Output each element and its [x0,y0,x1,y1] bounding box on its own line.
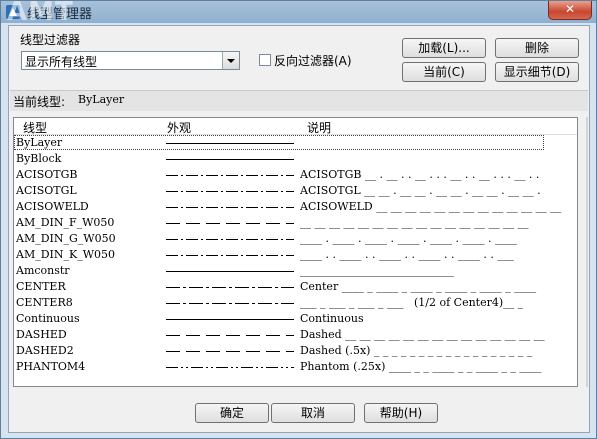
table-row[interactable]: ACISOTGL ACISOTGL __ __ . __ __ . __ __ .… [14,183,577,199]
show-details-button[interactable]: 显示细节(D) [495,62,579,82]
linetype-appearance-preview [166,191,294,192]
linetype-description: __ __ __ __ __ __ __ __ __ __ __ __ __ _… [300,216,529,229]
chevron-down-icon[interactable] [222,52,239,69]
table-row[interactable]: Amconstr ____________________________ [14,263,577,279]
filter-selected-value: 显示所有线型 [25,55,98,69]
linetype-appearance-preview [166,239,294,240]
linetype-description: Continuous [300,312,364,325]
current-linetype-label: 当前线型: [13,95,66,109]
table-row[interactable]: DASHED2 Dashed (.5x) _ _ _ _ _ _ _ _ _ _ … [14,343,577,359]
linetype-appearance-preview [166,367,294,368]
linetype-appearance-preview [166,271,294,272]
delete-button[interactable]: 删除 [495,38,579,58]
linetype-description: ____ . . ____ . . ____ . . ____ . . ____… [300,248,514,261]
watermark: AMT [7,0,74,27]
linetype-name: DASHED2 [16,344,74,357]
linetype-name: Continuous [16,312,80,325]
linetype-appearance-preview [166,303,294,304]
linetype-appearance-preview [166,223,294,224]
table-row[interactable]: CENTER8 ___ _ ___ _ ___ _ ___ (1/2 of Cen… [14,295,577,311]
table-row[interactable]: Continuous Continuous [14,311,577,327]
linetype-name: AM_DIN_K_W050 [16,248,116,261]
table-row[interactable]: ACISOWELD ACISOWELD __ __ __ __ __ __ __ … [14,199,577,215]
filter-dropdown[interactable]: 显示所有线型 [21,51,240,70]
linetype-name: CENTER [16,280,66,293]
linetype-name: AM_DIN_G_W050 [16,232,116,245]
linetype-description: ACISOWELD __ __ __ __ __ __ __ __ __ __ … [300,200,562,213]
linetype-appearance-preview [166,287,294,288]
linetype-description: ACISOTGL __ __ . __ __ . __ __ . __ __ .… [300,184,541,197]
close-button[interactable]: ✕ [548,1,592,20]
table-row[interactable]: PHANTOM4 Phantom (.25x) ____ _ _ ____ _ _… [14,359,577,375]
table-row[interactable]: AM_DIN_K_W050 ____ . . ____ . . ____ . . … [14,247,577,263]
linetype-name: DASHED [16,328,67,341]
load-button[interactable]: 加载(L)... [402,38,486,58]
help-button[interactable]: 帮助(H) [364,403,438,423]
linetype-appearance-preview [166,255,294,256]
linetype-name: ByBlock [16,152,62,165]
column-header-description[interactable]: 说明 [307,119,331,136]
column-header-linetype[interactable]: 线型 [23,119,47,136]
close-icon: ✕ [564,2,576,16]
linetype-table[interactable]: 线型 外观 说明 ByLayer ByBlock ACISOTGB ACISOTGB … [13,117,578,387]
linetype-name: PHANTOM4 [16,360,86,373]
linetype-description: Center ____ _ ____ _ ____ _ ____ _ ____ … [300,280,537,293]
linetype-description: ___ _ ___ _ ___ _ ___ (1/2 of Center4)__… [300,296,524,309]
linetype-appearance-preview [166,175,294,176]
linetype-name: Amconstr [16,264,70,277]
column-header-appearance[interactable]: 外观 [167,119,191,136]
table-row[interactable]: ByLayer [14,135,577,151]
invert-filter-label[interactable]: 反向过滤器(A) [274,52,352,69]
table-row[interactable]: ByBlock [14,151,577,167]
current-linetype-value: ByLayer [78,93,125,106]
linetype-name: ByLayer [16,136,63,149]
ok-button[interactable]: 确定 [195,403,269,423]
linetype-appearance-preview [166,143,294,144]
invert-filter-checkbox[interactable] [259,54,271,66]
linetype-appearance-preview [166,351,294,352]
linetype-description: ACISOTGB __ . __ . . __ . . . __ . . __ … [300,168,540,181]
linetype-name: ACISOTGB [16,168,78,181]
linetype-description: ____________________________ [300,264,454,277]
linetype-name: CENTER8 [16,296,73,309]
linetype-name: ACISOTGL [16,184,77,197]
linetype-appearance-preview [166,319,294,320]
current-linetype-bar: 当前线型: ByLayer [10,90,588,111]
linetype-description: Dashed (.5x) _ _ _ _ _ _ _ _ _ _ _ _ _ _… [300,344,533,357]
filter-label: 线型过滤器 [20,33,81,47]
table-row[interactable]: DASHED Dashed __ __ __ __ __ __ __ __ __ … [14,327,577,343]
linetype-name: ACISOWELD [16,200,89,213]
table-scrollbar-edge [586,117,588,387]
table-row[interactable]: CENTER Center ____ _ ____ _ ____ _ ____ _… [14,279,577,295]
cancel-button[interactable]: 取消 [271,403,355,423]
linetype-appearance-preview [166,159,294,160]
linetype-appearance-preview [166,207,294,208]
dialog-body: 线型过滤器 显示所有线型 反向过滤器(A) 加载(L)... 删除 当前(C) … [8,25,590,433]
table-row[interactable]: ACISOTGB ACISOTGB __ . __ . . __ . . . __… [14,167,577,183]
linetype-description: Phantom (.25x) ____ _ _ ____ _ _ ____ _ … [300,360,542,373]
table-row[interactable]: AM_DIN_F_W050 __ __ __ __ __ __ __ __ __ … [14,215,577,231]
linetype-appearance-preview [166,335,294,336]
linetype-description: Dashed __ __ __ __ __ __ __ __ __ __ __ … [300,328,545,341]
current-button[interactable]: 当前(C) [402,62,486,82]
linetype-description: ____ . ____ . ____ . ____ . ____ . ____ … [300,232,517,245]
linetype-name: AM_DIN_F_W050 [16,216,115,229]
table-row[interactable]: AM_DIN_G_W050 ____ . ____ . ____ . ____ .… [14,231,577,247]
title-bar[interactable]: 线型管理器 AMT ✕ [1,0,597,27]
table-header: 线型 外观 说明 [14,118,577,135]
linetype-manager-window: 线型管理器 AMT ✕ 线型过滤器 显示所有线型 反向过滤器(A) 加载(L).… [0,0,597,439]
